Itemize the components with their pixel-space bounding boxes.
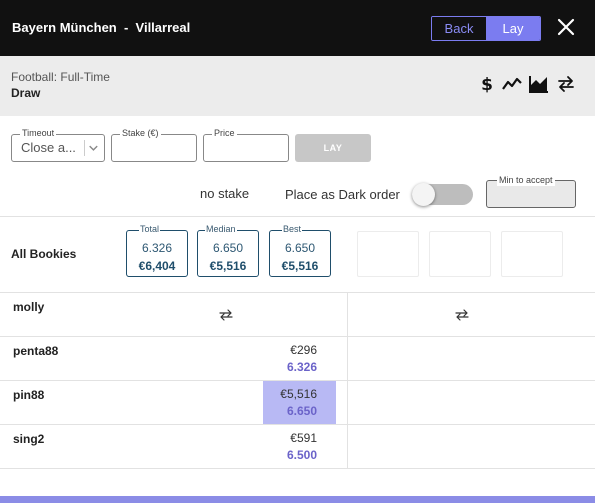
bookie-amount: €591: [290, 431, 317, 445]
stake-input[interactable]: Stake (€): [111, 128, 197, 162]
toggle-knob: [412, 183, 435, 206]
area-chart-icon[interactable]: [529, 74, 549, 94]
timeout-value: Close a...: [21, 140, 76, 155]
min-accept-label: Min to accept: [497, 175, 555, 186]
best-odds: 6.650: [284, 241, 316, 255]
row-divider: [0, 468, 595, 469]
median-odds: 6.650: [212, 241, 244, 255]
swap-icon[interactable]: [219, 309, 233, 321]
header: Bayern München - Villarreal Back Lay: [0, 0, 595, 56]
best-amount: €5,516: [281, 259, 319, 273]
median-label: Median: [205, 224, 237, 235]
lay-tab-button[interactable]: Lay: [486, 17, 540, 40]
total-stat: Total 6.326 €6,404: [126, 224, 188, 277]
empty-stat-slot: [429, 231, 491, 277]
bookie-name: sing2: [13, 432, 45, 446]
timeout-select[interactable]: Timeout Close a...: [11, 128, 105, 162]
total-odds: 6.326: [141, 241, 173, 255]
chevron-down-icon: [84, 140, 98, 156]
market-info: Football: Full-Time Draw $: [0, 56, 595, 116]
swap-icon[interactable]: [455, 309, 469, 321]
bookie-odds: 6.326: [286, 360, 317, 374]
bookie-name: penta88: [13, 344, 59, 358]
match-title: Bayern München - Villarreal: [12, 20, 191, 35]
empty-stat-slot: [501, 231, 563, 277]
bookie-amount: €5,516: [280, 387, 317, 401]
median-amount: €5,516: [209, 259, 247, 273]
empty-stat-slot: [357, 231, 419, 277]
back-button[interactable]: Back: [432, 17, 486, 40]
back-lay-toggle: Back Lay: [431, 16, 541, 41]
close-icon[interactable]: [556, 17, 576, 37]
median-stat: Median 6.650 €5,516: [197, 224, 259, 277]
timeout-label: Timeout: [20, 128, 57, 139]
dark-order-label: Place as Dark order: [285, 187, 400, 202]
svg-text:$: $: [481, 75, 493, 94]
bookie-name: molly: [13, 300, 45, 314]
market-type: Football: Full-Time: [11, 70, 110, 84]
total-label: Total: [139, 224, 161, 235]
best-label: Best: [282, 224, 303, 235]
line-chart-icon[interactable]: [502, 74, 522, 94]
bookie-amount: €296: [290, 343, 317, 357]
divider: [0, 216, 595, 217]
dark-order-toggle[interactable]: [412, 183, 473, 206]
stake-label: Stake (€): [120, 128, 161, 139]
lay-button[interactable]: LAY: [295, 134, 371, 162]
bookie-name: pin88: [13, 388, 45, 402]
bookie-price-cell[interactable]: €591 6.500: [263, 425, 336, 468]
total-amount: €6,404: [138, 259, 176, 273]
best-stat: Best 6.650 €5,516: [269, 224, 331, 277]
bookie-odds: 6.650: [286, 404, 317, 418]
all-bookies-label: All Bookies: [11, 247, 77, 261]
selection-name: Draw: [11, 86, 41, 100]
price-input[interactable]: Price: [203, 128, 289, 162]
stake-status: no stake: [200, 186, 250, 201]
bookie-price-cell[interactable]: €5,516 6.650: [263, 381, 336, 424]
bookie-odds: 6.500: [286, 448, 317, 462]
divider: [0, 292, 595, 293]
price-label: Price: [212, 128, 237, 139]
swap-icon[interactable]: [556, 74, 576, 94]
dollar-icon[interactable]: $: [477, 74, 497, 94]
min-accept-input[interactable]: Min to accept: [486, 175, 576, 208]
bookie-price-cell[interactable]: €296 6.326: [263, 337, 336, 380]
bottom-accent-bar: [0, 496, 595, 503]
